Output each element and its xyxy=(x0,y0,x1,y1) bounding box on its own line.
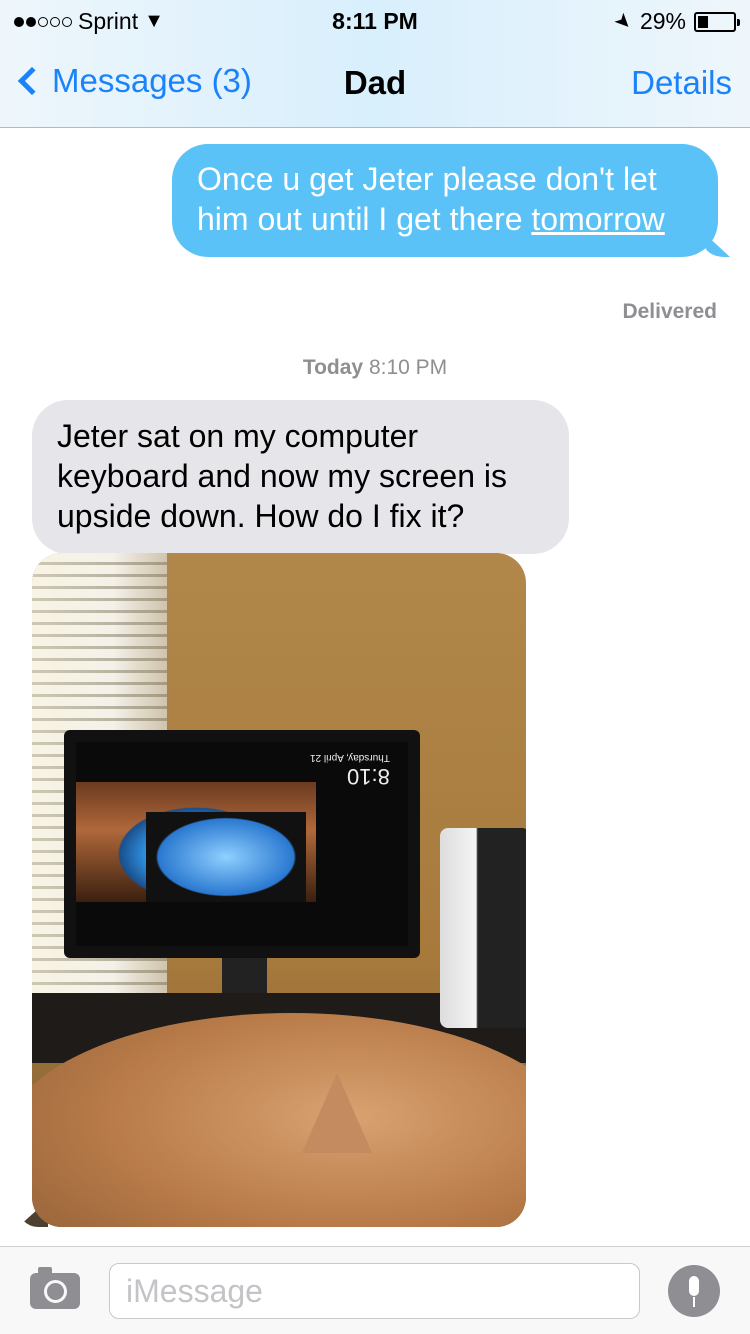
computer-tower xyxy=(440,828,526,1028)
composer-bar xyxy=(0,1246,750,1334)
battery-percent: 29% xyxy=(639,8,686,34)
received-message-text: Jeter sat on my computer keyboard and no… xyxy=(57,418,507,534)
back-button[interactable]: Messages (3) xyxy=(14,62,252,100)
details-button[interactable]: Details xyxy=(631,64,732,102)
received-message-bubble[interactable]: Jeter sat on my computer keyboard and no… xyxy=(32,400,569,554)
timestamp-time: 8:10 PM xyxy=(368,356,448,379)
carrier: Sprint xyxy=(78,8,139,34)
location-icon: ➤ xyxy=(609,8,637,36)
signal-strength-icon xyxy=(14,16,72,27)
chevron-left-icon xyxy=(17,66,47,96)
camera-icon[interactable] xyxy=(30,1267,80,1309)
date-link[interactable]: tomorrow xyxy=(531,201,664,237)
timestamp: Today 8:10 PM xyxy=(0,356,750,380)
header: Sprint ▼ 8:11 PM ➤ 29% Messages (3) Dad … xyxy=(0,0,750,128)
wallpaper xyxy=(76,782,316,902)
monitor-screen: 8:10 Thursday, April 21 xyxy=(76,742,408,946)
status-bar: Sprint ▼ 8:11 PM ➤ 29% xyxy=(0,6,750,36)
delivery-status: Delivered xyxy=(622,300,717,323)
photo-attachment[interactable]: 8:10 Thursday, April 21 xyxy=(32,553,526,1227)
screen-time: 8:10 xyxy=(347,764,390,789)
cat xyxy=(32,1013,526,1227)
wifi-icon: ▼ xyxy=(144,10,164,32)
timestamp-day: Today xyxy=(302,356,364,379)
upside-down-clock: 8:10 Thursday, April 21 xyxy=(310,752,390,789)
screen-date: Thursday, April 21 xyxy=(310,752,390,763)
sent-message-bubble[interactable]: Once u get Jeter please don't let him ou… xyxy=(172,144,718,257)
nav-bar: Messages (3) Dad Details xyxy=(0,60,750,110)
battery-icon xyxy=(694,11,740,32)
microphone-icon[interactable] xyxy=(668,1265,720,1317)
back-label: Messages (3) xyxy=(52,62,252,99)
monitor: 8:10 Thursday, April 21 xyxy=(64,730,420,958)
message-input[interactable] xyxy=(109,1263,640,1319)
